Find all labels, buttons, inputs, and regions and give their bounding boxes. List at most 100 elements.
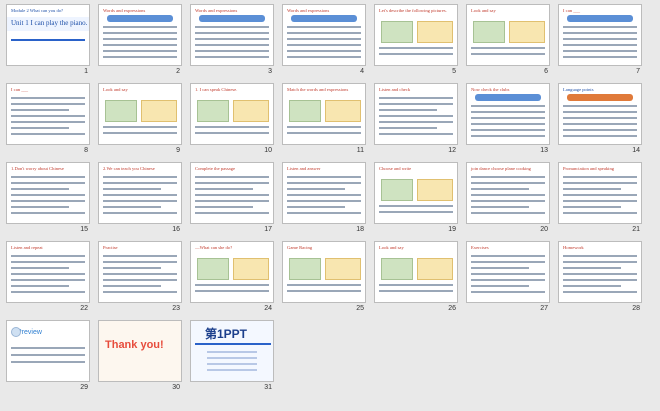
- slide-thumbnail-11[interactable]: Match the words and expressions 11: [282, 83, 366, 161]
- slide-preview[interactable]: Complete the passage: [190, 162, 274, 224]
- slide-thumbnail-27[interactable]: Exercises 27: [466, 241, 550, 319]
- slide-thumbnail-10[interactable]: 1. I can speak Chinese. 10: [190, 83, 274, 161]
- slide-preview[interactable]: Language points: [558, 83, 642, 145]
- slide-thumbnail-19[interactable]: Choose and write 19: [374, 162, 458, 240]
- slide-decoration: [11, 347, 85, 349]
- slide-thumbnail-5[interactable]: Let's describe the following pictures. 5: [374, 4, 458, 82]
- slide-thumbnail-23[interactable]: Practise 23: [98, 241, 182, 319]
- slide-decoration: [103, 267, 161, 269]
- slide-preview[interactable]: Module 2 What can you do? Unit 1 I can pl…: [6, 4, 90, 66]
- slide-decoration: [379, 284, 453, 286]
- slide-decoration: [287, 26, 361, 28]
- slide-title: Homework: [563, 245, 584, 250]
- slide-thumbnail-18[interactable]: Listen and answer 18: [282, 162, 366, 240]
- slide-preview[interactable]: 2.We can teach you Chinese: [98, 162, 182, 224]
- slide-thumbnail-14[interactable]: Language points 14: [558, 83, 642, 161]
- slide-thumbnail-8[interactable]: I can ___ 8: [6, 83, 90, 161]
- slide-preview[interactable]: Let's describe the following pictures.: [374, 4, 458, 66]
- slide-preview[interactable]: Thank you!: [98, 320, 182, 382]
- slide-decoration: [471, 279, 545, 281]
- slide-preview[interactable]: Listen and check: [374, 83, 458, 145]
- slide-grid: Module 2 What can you do? Unit 1 I can pl…: [6, 4, 658, 409]
- slide-thumbnail-1[interactable]: Module 2 What can you do? Unit 1 I can pl…: [6, 4, 90, 82]
- slide-subtitle: Unit 1 I can play the piano.: [11, 19, 88, 27]
- slide-preview[interactable]: Words and expressions: [282, 4, 366, 66]
- slide-preview[interactable]: 1.Don't worry about Chinese: [6, 162, 90, 224]
- slide-thumbnail-3[interactable]: Words and expressions 3: [190, 4, 274, 82]
- slide-thumbnail-13[interactable]: Now check the clubs 13: [466, 83, 550, 161]
- slide-thumbnail-4[interactable]: Words and expressions 4: [282, 4, 366, 82]
- slide-preview[interactable]: I can ___: [558, 4, 642, 66]
- slide-decoration: [563, 182, 637, 184]
- slide-decoration: [471, 212, 545, 214]
- slide-preview[interactable]: 1. I can speak Chinese.: [190, 83, 274, 145]
- slide-decoration: [103, 279, 177, 281]
- slide-preview[interactable]: Preview: [6, 320, 90, 382]
- slide-decoration: [379, 133, 453, 135]
- slide-preview[interactable]: Now check the clubs: [466, 83, 550, 145]
- slide-preview[interactable]: —What can she do?: [190, 241, 274, 303]
- slide-thumbnail-6[interactable]: Look and say 6: [466, 4, 550, 82]
- slide-preview[interactable]: Pronunciation and speaking: [558, 162, 642, 224]
- slide-preview[interactable]: Look and say: [374, 241, 458, 303]
- slide-thumbnail-30[interactable]: Thank you! 30: [98, 320, 182, 398]
- picture: [325, 258, 361, 280]
- slide-number: 23: [172, 305, 180, 312]
- slide-thumbnail-9[interactable]: Look and say 9: [98, 83, 182, 161]
- slide-decoration: [563, 291, 637, 293]
- slide-thumbnail-29[interactable]: Preview 29: [6, 320, 90, 398]
- slide-thumbnail-16[interactable]: 2.We can teach you Chinese 16: [98, 162, 182, 240]
- slide-thumbnail-20[interactable]: join dance choose plane cooking 20: [466, 162, 550, 240]
- slide-preview[interactable]: Look and say: [98, 83, 182, 145]
- slide-thumbnail-25[interactable]: Game Racing 25: [282, 241, 366, 319]
- slide-decoration: [471, 255, 545, 257]
- slide-thumbnail-26[interactable]: Look and say 26: [374, 241, 458, 319]
- slide-decoration: [195, 176, 269, 178]
- slide-preview[interactable]: Practise: [98, 241, 182, 303]
- slide-thumbnail-7[interactable]: I can ___ 7: [558, 4, 642, 82]
- slide-number: 7: [636, 68, 640, 75]
- slide-thumbnail-15[interactable]: 1.Don't worry about Chinese 15: [6, 162, 90, 240]
- slide-decoration: [103, 291, 177, 293]
- slide-preview[interactable]: join dance choose plane cooking: [466, 162, 550, 224]
- slide-preview[interactable]: Match the words and expressions: [282, 83, 366, 145]
- slide-decoration: [11, 261, 85, 263]
- slide-decoration: [11, 212, 85, 214]
- slide-title: Complete the passage: [195, 166, 236, 171]
- section-header: [567, 94, 633, 101]
- slide-thumbnail-22[interactable]: Listen and repeat 22: [6, 241, 90, 319]
- slide-thumbnail-24[interactable]: —What can she do? 24: [190, 241, 274, 319]
- slide-preview[interactable]: Exercises: [466, 241, 550, 303]
- slide-decoration: [287, 56, 361, 58]
- slide-preview[interactable]: I can ___: [6, 83, 90, 145]
- slide-preview[interactable]: Listen and repeat: [6, 241, 90, 303]
- slide-thumbnail-12[interactable]: Listen and check 12: [374, 83, 458, 161]
- slide-thumbnail-17[interactable]: Complete the passage 17: [190, 162, 274, 240]
- slide-thumbnail-31[interactable]: 第1PPT 31: [190, 320, 274, 398]
- slide-thumbnail-21[interactable]: Pronunciation and speaking 21: [558, 162, 642, 240]
- slide-title: Choose and write: [379, 166, 412, 171]
- slide-decoration: [563, 38, 637, 40]
- slide-decoration: [195, 126, 269, 128]
- slide-thumbnail-2[interactable]: Words and expressions 2: [98, 4, 182, 82]
- slide-decoration: [103, 126, 177, 128]
- slide-decoration: [195, 284, 269, 286]
- slide-preview[interactable]: Words and expressions: [190, 4, 274, 66]
- slide-preview[interactable]: Look and say: [466, 4, 550, 66]
- slide-preview[interactable]: Game Racing: [282, 241, 366, 303]
- slide-decoration: [287, 176, 361, 178]
- slide-decoration: [563, 188, 621, 190]
- slide-preview[interactable]: 第1PPT: [190, 320, 274, 382]
- slide-title: Language points: [563, 87, 594, 92]
- slide-decoration: [195, 132, 269, 134]
- slide-preview[interactable]: Words and expressions: [98, 4, 182, 66]
- slide-preview[interactable]: Choose and write: [374, 162, 458, 224]
- slide-decoration: [103, 188, 161, 190]
- slide-preview[interactable]: Homework: [558, 241, 642, 303]
- picture: [417, 258, 453, 280]
- slide-decoration: [471, 267, 529, 269]
- slide-thumbnail-28[interactable]: Homework 28: [558, 241, 642, 319]
- slide-decoration: [563, 129, 637, 131]
- slide-title: Words and expressions: [103, 8, 146, 13]
- slide-preview[interactable]: Listen and answer: [282, 162, 366, 224]
